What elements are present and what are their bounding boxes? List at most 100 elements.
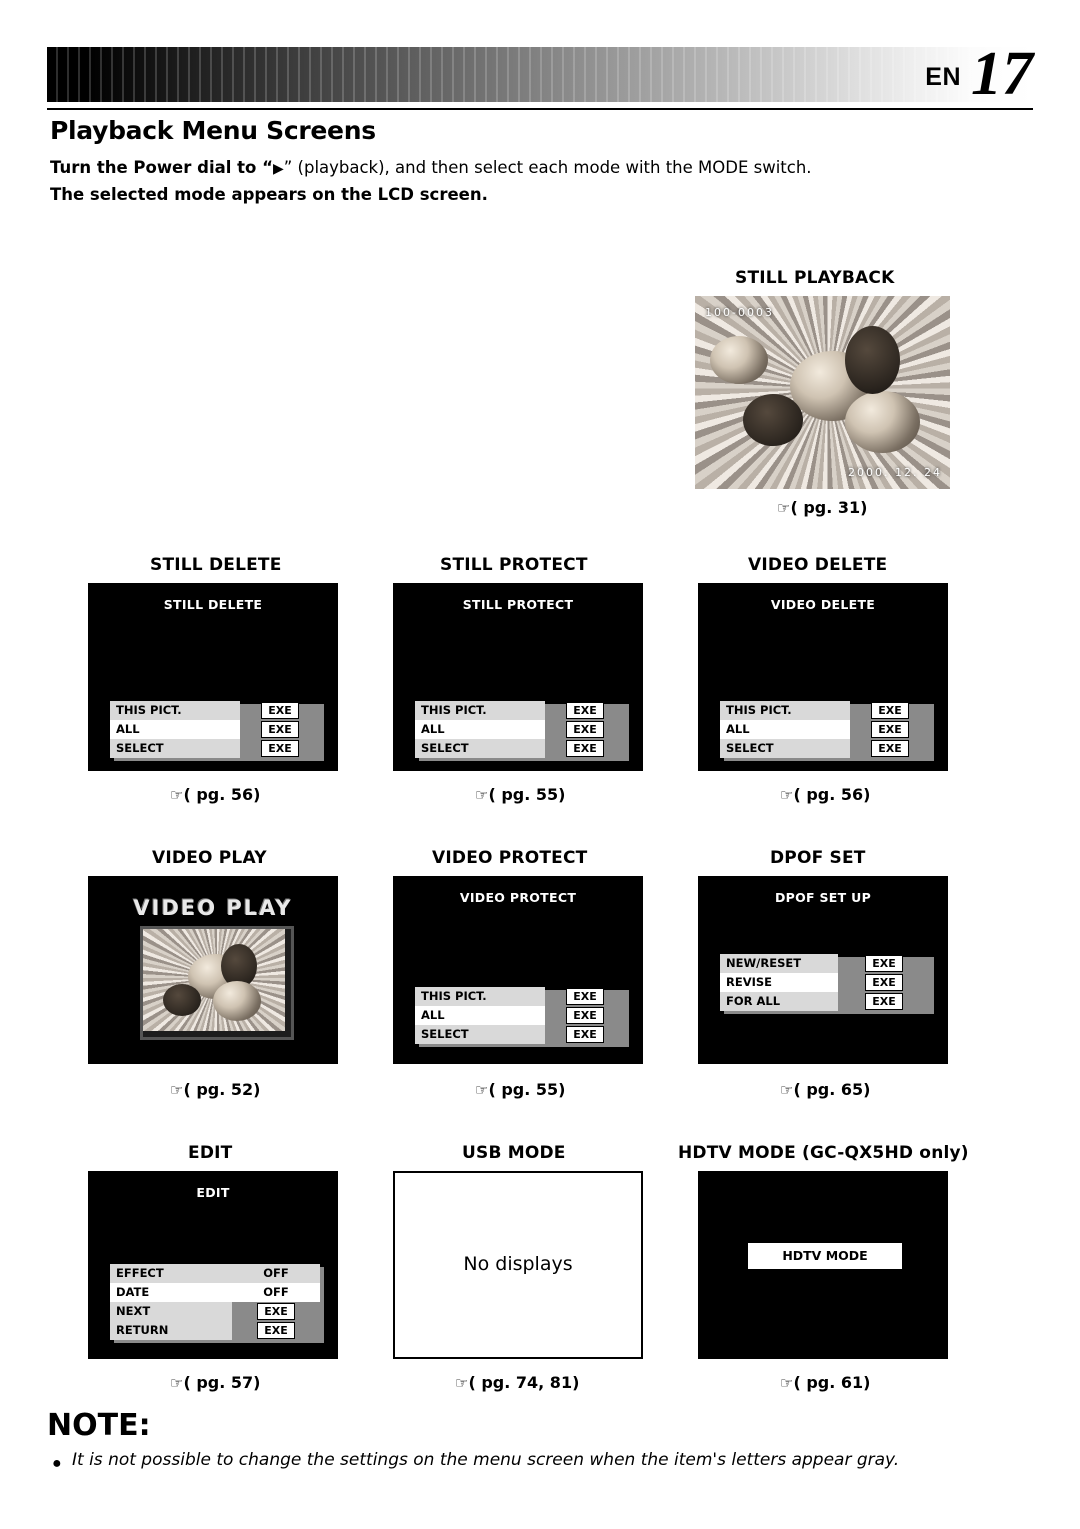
exe-button[interactable]: EXE bbox=[566, 1007, 604, 1024]
header-gradient-bar bbox=[47, 47, 1033, 102]
note-body: It is not possible to change the setting… bbox=[72, 1450, 900, 1470]
row-label: SELECT bbox=[720, 739, 850, 758]
pgref-edit: ☞( pg. 57) bbox=[170, 1373, 260, 1392]
menu-row-this-pict[interactable]: THIS PICT. EXE bbox=[415, 701, 629, 723]
screen-usb-mode: No displays bbox=[393, 1171, 643, 1359]
row-value[interactable]: EXE bbox=[850, 720, 930, 739]
screen-title-still-protect: STILL PROTECT bbox=[462, 597, 574, 612]
pgref-still-delete: ☞( pg. 56) bbox=[170, 785, 260, 804]
row-value[interactable]: EXE bbox=[545, 739, 625, 758]
menu-row-all[interactable]: ALL EXE bbox=[415, 1006, 629, 1028]
menu-row-select[interactable]: SELECT EXE bbox=[110, 739, 324, 761]
row-value[interactable]: EXE bbox=[838, 992, 930, 1011]
menu-row-for-all[interactable]: FOR ALL EXE bbox=[720, 992, 934, 1014]
exe-button[interactable]: EXE bbox=[257, 1303, 295, 1320]
exe-button[interactable]: EXE bbox=[566, 702, 604, 719]
page-title: Playback Menu Screens bbox=[50, 116, 376, 145]
menu-row-return[interactable]: RETURN EXE bbox=[110, 1321, 324, 1343]
hdtv-mode-button[interactable]: HDTV MODE bbox=[748, 1243, 902, 1269]
menu-row-new-reset[interactable]: NEW/RESET EXE bbox=[720, 954, 934, 976]
screen-title-still-delete: STILL DELETE bbox=[163, 597, 263, 612]
row-label: ALL bbox=[415, 720, 545, 739]
pgref-text: ( pg. 55) bbox=[488, 785, 566, 804]
menu-row-effect[interactable]: EFFECT OFF bbox=[110, 1264, 324, 1286]
row-value[interactable]: EXE bbox=[545, 701, 625, 720]
menu-row-this-pict[interactable]: THIS PICT. EXE bbox=[110, 701, 324, 723]
exe-button[interactable]: EXE bbox=[871, 702, 909, 719]
note-bullet-icon: ● bbox=[52, 1455, 62, 1472]
menu-row-all[interactable]: ALL EXE bbox=[415, 720, 629, 742]
row-label: SELECT bbox=[415, 739, 545, 758]
row-label: EFFECT bbox=[110, 1264, 232, 1283]
usb-mode-message: No displays bbox=[463, 1253, 573, 1275]
menu-row-select[interactable]: SELECT EXE bbox=[415, 739, 629, 761]
row-value[interactable]: EXE bbox=[232, 1302, 320, 1321]
menu-row-select[interactable]: SELECT EXE bbox=[720, 739, 934, 761]
row-value[interactable]: EXE bbox=[850, 701, 930, 720]
caption-usb-mode: USB MODE bbox=[462, 1143, 566, 1163]
exe-button[interactable]: EXE bbox=[566, 740, 604, 757]
menu-row-date[interactable]: DATE OFF bbox=[110, 1283, 324, 1305]
pgref-text: ( pg. 65) bbox=[793, 1080, 871, 1099]
hand-icon: ☞ bbox=[475, 1081, 489, 1099]
row-value[interactable]: EXE bbox=[838, 973, 930, 992]
exe-button[interactable]: EXE bbox=[865, 993, 903, 1010]
row-label: REVISE bbox=[720, 973, 838, 992]
caption-still-playback: STILL PLAYBACK bbox=[735, 268, 895, 288]
row-label: NEXT bbox=[110, 1302, 232, 1321]
exe-button[interactable]: EXE bbox=[865, 955, 903, 972]
exe-button[interactable]: EXE bbox=[261, 740, 299, 757]
row-value[interactable]: EXE bbox=[545, 1006, 625, 1025]
exe-button[interactable]: EXE bbox=[566, 988, 604, 1005]
exe-button[interactable]: EXE bbox=[566, 1026, 604, 1043]
photo-subject-2 bbox=[845, 391, 920, 453]
exe-button[interactable]: EXE bbox=[871, 740, 909, 757]
row-label: ALL bbox=[415, 1006, 545, 1025]
row-value[interactable]: EXE bbox=[545, 987, 625, 1006]
screen-still-delete: STILL DELETE THIS PICT. EXE ALL EXE SELE… bbox=[88, 583, 338, 771]
exe-button[interactable]: EXE bbox=[871, 721, 909, 738]
row-value[interactable]: EXE bbox=[545, 720, 625, 739]
pgref-text: ( pg. 31) bbox=[790, 498, 868, 517]
subtitle-part-2: ” (playback), and then select each mode … bbox=[283, 158, 812, 177]
row-label: THIS PICT. bbox=[720, 701, 850, 720]
photo-subject-3 bbox=[213, 981, 261, 1021]
pgref-still-playback: ☞( pg. 31) bbox=[777, 498, 867, 517]
exe-button[interactable]: EXE bbox=[566, 721, 604, 738]
pgref-text: ( pg. 74, 81) bbox=[468, 1373, 580, 1392]
screen-video-protect: VIDEO PROTECT THIS PICT. EXE ALL EXE SEL… bbox=[393, 876, 643, 1064]
caption-dpof-set: DPOF SET bbox=[770, 848, 866, 868]
row-value[interactable]: EXE bbox=[240, 739, 320, 758]
note-title: NOTE: bbox=[47, 1408, 151, 1443]
exe-button[interactable]: EXE bbox=[257, 1322, 295, 1339]
row-label: SELECT bbox=[415, 1025, 545, 1044]
menu-row-next[interactable]: NEXT EXE bbox=[110, 1302, 324, 1324]
row-value[interactable]: EXE bbox=[240, 720, 320, 739]
row-value[interactable]: EXE bbox=[232, 1321, 320, 1340]
exe-button[interactable]: EXE bbox=[865, 974, 903, 991]
pgref-hdtv-mode: ☞( pg. 61) bbox=[780, 1373, 870, 1392]
row-value[interactable]: OFF bbox=[232, 1283, 320, 1302]
exe-button[interactable]: EXE bbox=[261, 702, 299, 719]
row-value[interactable]: EXE bbox=[850, 739, 930, 758]
exe-button[interactable]: EXE bbox=[261, 721, 299, 738]
video-play-thumbnail-frame bbox=[140, 926, 294, 1040]
menu-row-this-pict[interactable]: THIS PICT. EXE bbox=[720, 701, 934, 723]
caption-hdtv-mode: HDTV MODE (GC-QX5HD only) bbox=[678, 1143, 969, 1163]
row-value[interactable]: EXE bbox=[240, 701, 320, 720]
menu-row-this-pict[interactable]: THIS PICT. EXE bbox=[415, 987, 629, 1009]
menu-row-select[interactable]: SELECT EXE bbox=[415, 1025, 629, 1047]
menu-row-all[interactable]: ALL EXE bbox=[720, 720, 934, 742]
caption-video-delete: VIDEO DELETE bbox=[748, 555, 888, 575]
pgref-text: ( pg. 57) bbox=[183, 1373, 261, 1392]
menu-row-all[interactable]: ALL EXE bbox=[110, 720, 324, 742]
row-value[interactable]: EXE bbox=[838, 954, 930, 973]
menu-row-revise[interactable]: REVISE EXE bbox=[720, 973, 934, 995]
pgref-text: ( pg. 56) bbox=[183, 785, 261, 804]
row-value[interactable]: OFF bbox=[232, 1264, 320, 1283]
photo-subject-4 bbox=[743, 394, 803, 446]
page-number: 17 bbox=[971, 40, 1033, 108]
row-value[interactable]: EXE bbox=[545, 1025, 625, 1044]
hand-icon: ☞ bbox=[170, 1374, 184, 1392]
pgref-video-delete: ☞( pg. 56) bbox=[780, 785, 870, 804]
